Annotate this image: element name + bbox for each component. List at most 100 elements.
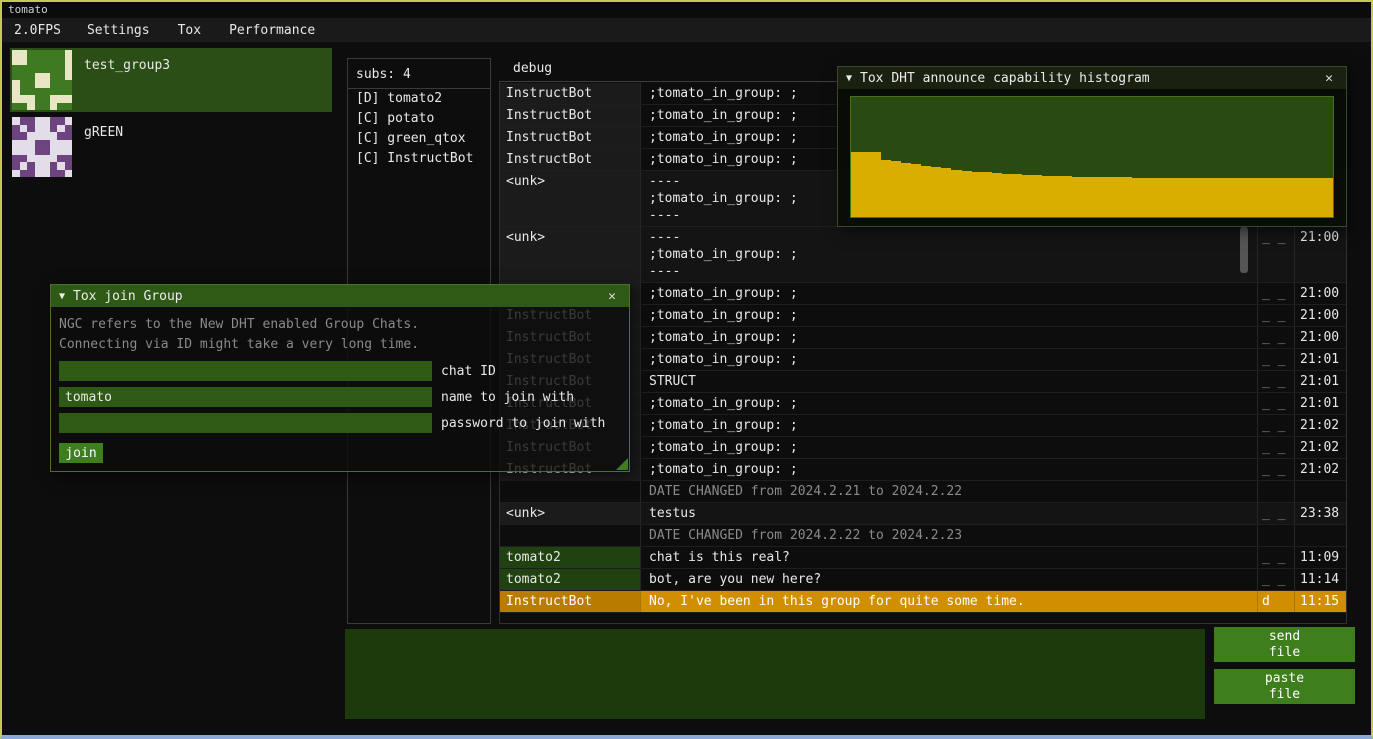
chat-flags: _ _ (1257, 327, 1294, 348)
histogram-bar (861, 152, 871, 217)
close-icon[interactable]: ✕ (1320, 71, 1338, 86)
sidebar-group-gREEN[interactable]: gREEN (10, 115, 332, 179)
histogram-bar (1323, 178, 1333, 217)
chat-author: InstructBot (500, 149, 640, 170)
join-group-title: Tox join Group (73, 289, 603, 304)
chat-flags: _ _ (1257, 349, 1294, 370)
chat-message-text: ;tomato_in_group: ; (640, 349, 1257, 370)
chat-timestamp: 23:38 (1294, 503, 1346, 524)
join-name-label: name to join with (441, 390, 574, 405)
histogram-bar (1213, 178, 1223, 217)
menu-item-settings[interactable]: Settings (73, 23, 164, 38)
join-group-window: ▼ Tox join Group ✕ NGC refers to the New… (50, 284, 630, 472)
chat-author: <unk> (500, 227, 640, 282)
chat-message-text: ;tomato_in_group: ; (640, 305, 1257, 326)
join-button[interactable]: join (59, 443, 103, 463)
close-icon[interactable]: ✕ (603, 289, 621, 304)
histogram-bar (1303, 178, 1313, 217)
chat-timestamp: 21:00 (1294, 227, 1346, 282)
app-window: tomato 2.0FPS SettingsToxPerformance tes… (0, 0, 1373, 739)
dht-histogram-title: Tox DHT announce capability histogram (860, 71, 1320, 86)
histogram-bar (1223, 178, 1233, 217)
histogram-bar (1293, 178, 1303, 217)
chat-row[interactable]: DATE CHANGED from 2024.2.21 to 2024.2.22 (500, 481, 1346, 503)
chat-flags: _ _ (1257, 547, 1294, 568)
chat-flags: _ _ (1257, 371, 1294, 392)
window-title: tomato (8, 3, 48, 16)
join-password-label: password to join with (441, 416, 605, 431)
chat-row[interactable]: <unk>testus_ _23:38 (500, 503, 1346, 525)
join-name-input[interactable] (59, 387, 432, 407)
chat-message-text: STRUCT (640, 371, 1257, 392)
chat-message-text: ;tomato_in_group: ; (640, 327, 1257, 348)
chat-timestamp: 21:01 (1294, 349, 1346, 370)
chat-row[interactable]: tomato2chat is this real?_ _11:09 (500, 547, 1346, 569)
dht-histogram-titlebar[interactable]: ▼ Tox DHT announce capability histogram … (838, 67, 1346, 89)
histogram-bar (992, 173, 1002, 217)
fps-counter: 2.0FPS (2, 23, 73, 38)
chat-row[interactable]: <unk>---- ;tomato_in_group: ; ----_ _21:… (500, 227, 1346, 283)
chat-id-input[interactable] (59, 361, 432, 381)
histogram-bar (1122, 177, 1132, 217)
chat-flags (1257, 525, 1294, 546)
menu-item-tox[interactable]: Tox (164, 23, 215, 38)
histogram-bar (1273, 178, 1283, 217)
group-avatar-icon (12, 117, 72, 177)
member-item[interactable]: [C] InstructBot (348, 149, 490, 169)
chat-flags (1257, 481, 1294, 502)
send-file-button[interactable]: send file (1214, 627, 1355, 662)
join-password-input[interactable] (59, 413, 432, 433)
histogram-bar (1263, 178, 1273, 217)
member-item[interactable]: [C] green_qtox (348, 129, 490, 149)
histogram-bar (931, 167, 941, 217)
member-item[interactable]: [C] potato (348, 109, 490, 129)
chat-timestamp: 21:02 (1294, 415, 1346, 436)
histogram-bar (972, 172, 982, 217)
chat-message-text: bot, are you new here? (640, 569, 1257, 590)
join-group-description-line2: Connecting via ID might take a very long… (59, 335, 621, 355)
menu-bar: 2.0FPS SettingsToxPerformance (2, 18, 1371, 42)
join-group-titlebar[interactable]: ▼ Tox join Group ✕ (51, 285, 629, 307)
sidebar-group-test_group3[interactable]: test_group3 (10, 48, 332, 112)
chat-author: <unk> (500, 503, 640, 524)
chat-timestamp: 21:02 (1294, 437, 1346, 458)
chat-author: InstructBot (500, 127, 640, 148)
chat-flags: _ _ (1257, 393, 1294, 414)
tab-debug[interactable]: debug (499, 58, 566, 81)
histogram-bar (951, 170, 961, 217)
chat-flags: _ _ (1257, 227, 1294, 282)
chat-row[interactable]: InstructBotNo, I've been in this group f… (500, 591, 1346, 613)
histogram-bar (871, 152, 881, 217)
chat-author (500, 525, 640, 546)
chat-timestamp: 11:09 (1294, 547, 1346, 568)
collapse-arrow-icon[interactable]: ▼ (846, 73, 852, 84)
histogram-bar (1183, 178, 1193, 217)
histogram-bar (851, 152, 861, 217)
histogram-bar (1022, 175, 1032, 217)
paste-file-button[interactable]: paste file (1214, 669, 1355, 704)
chat-timestamp: 11:14 (1294, 569, 1346, 590)
chat-flags: _ _ (1257, 305, 1294, 326)
histogram-bar (881, 160, 891, 217)
chat-author: InstructBot (500, 591, 640, 612)
message-composer-input[interactable] (345, 629, 1205, 719)
chat-row[interactable]: tomato2bot, are you new here?_ _11:14 (500, 569, 1346, 591)
scrollbar-thumb[interactable] (1240, 227, 1248, 273)
histogram-bar (1092, 177, 1102, 217)
chat-author: tomato2 (500, 547, 640, 568)
member-item[interactable]: [D] tomato2 (348, 89, 490, 109)
histogram-bar (1313, 178, 1323, 217)
chat-row[interactable]: DATE CHANGED from 2024.2.22 to 2024.2.23 (500, 525, 1346, 547)
collapse-arrow-icon[interactable]: ▼ (59, 291, 65, 302)
histogram-bar (1203, 178, 1213, 217)
chat-flags: _ _ (1257, 503, 1294, 524)
chat-timestamp: 21:01 (1294, 393, 1346, 414)
histogram-bar (982, 172, 992, 217)
chat-message-text: DATE CHANGED from 2024.2.21 to 2024.2.22 (640, 481, 1257, 502)
chat-flags: _ _ (1257, 459, 1294, 480)
chat-message-text: ;tomato_in_group: ; (640, 393, 1257, 414)
menu-item-performance[interactable]: Performance (215, 23, 329, 38)
chat-message-text: chat is this real? (640, 547, 1257, 568)
resize-grip[interactable] (616, 458, 628, 470)
window-titlebar[interactable]: tomato (2, 2, 1371, 18)
